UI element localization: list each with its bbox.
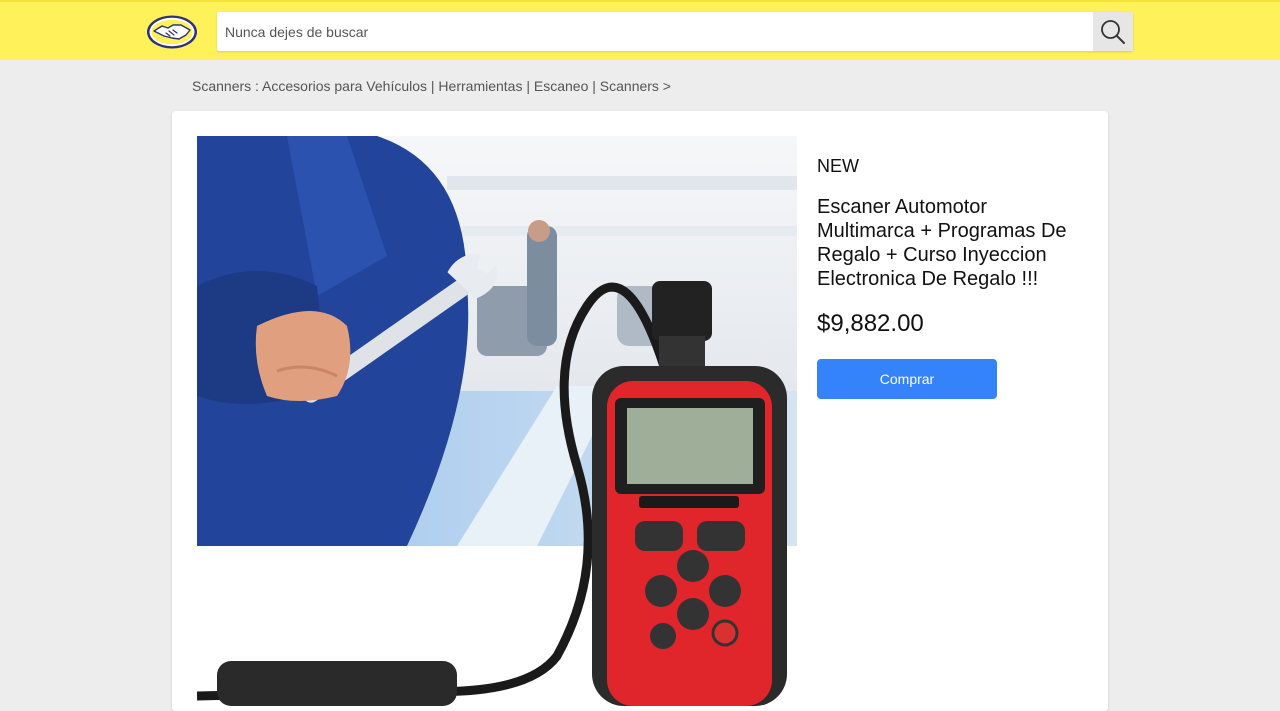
product-title: Escaner Automotor Multimarca + Programas…	[817, 196, 1067, 290]
product-price: $9,882.00	[817, 310, 924, 337]
product-image[interactable]	[197, 136, 797, 706]
mercadolibre-logo-icon[interactable]	[146, 14, 198, 50]
buy-button[interactable]: Comprar	[817, 359, 997, 399]
search-icon	[1101, 19, 1125, 44]
product-condition: NEW	[817, 156, 859, 176]
breadcrumb[interactable]: Scanners : Accesorios para Vehículos | H…	[192, 78, 671, 94]
top-header	[0, 0, 1280, 60]
search-input[interactable]	[217, 12, 1093, 51]
search-button[interactable]	[1093, 12, 1133, 51]
search-bar	[217, 12, 1133, 51]
product-card: NEW Escaner Automotor Multimarca + Progr…	[172, 111, 1108, 711]
